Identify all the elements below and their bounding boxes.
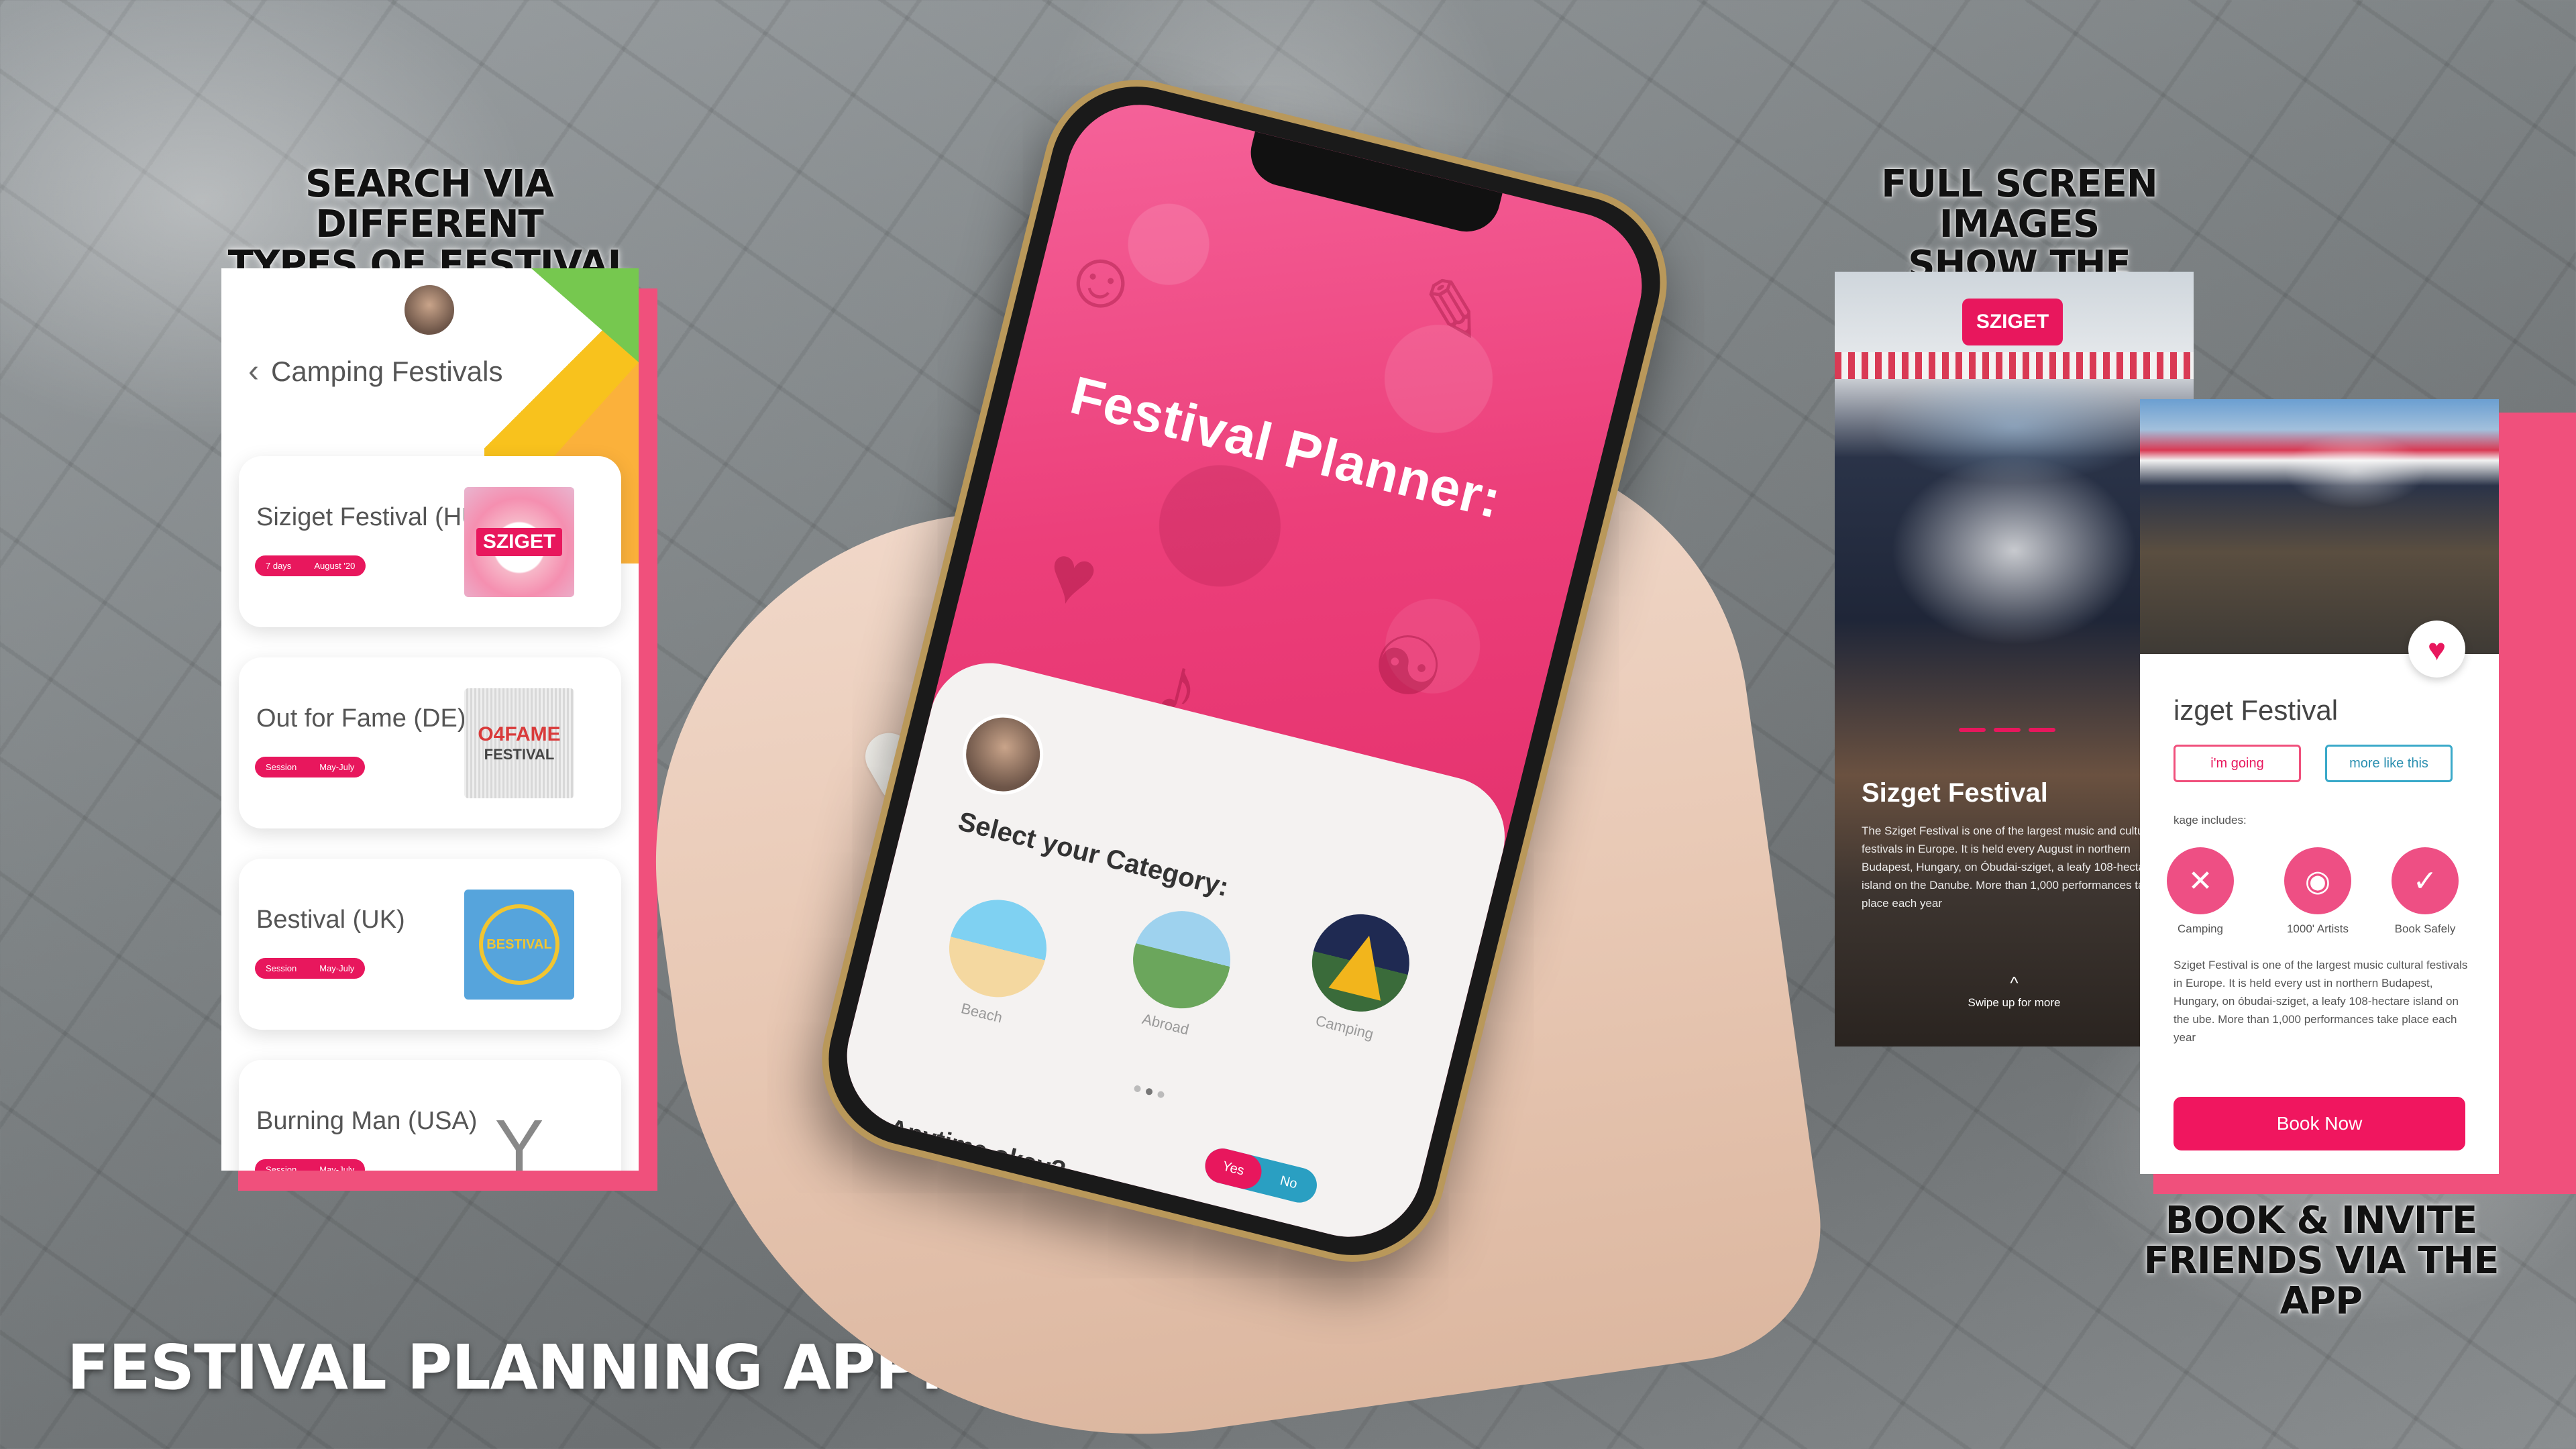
- tag-duration: Session: [266, 963, 297, 973]
- feature-artists: ◉ 1000' Artists: [2271, 847, 2365, 936]
- category-abroad[interactable]: Abroad: [1116, 901, 1241, 1045]
- stage-sign: SZIGET: [1962, 299, 2063, 345]
- start-party-button[interactable]: let's get this party started: [912, 1185, 1321, 1252]
- festival-name: Out for Fame (DE): [256, 704, 466, 733]
- beach-icon: [938, 890, 1057, 1008]
- hero-title: Festival Planner:: [1065, 364, 1507, 530]
- category-label: Beach: [959, 1000, 1004, 1026]
- page-title: Camping Festivals: [270, 356, 503, 387]
- camping-festivals-panel: ‹ Camping Festivals Siziget Festival (HU…: [221, 268, 639, 1171]
- category-label: Abroad: [1140, 1010, 1191, 1038]
- feature-label: Book Safely: [2394, 922, 2456, 935]
- festival-thumbnail: Y: [494, 1104, 544, 1171]
- festival-name: Bestival (UK): [256, 906, 405, 934]
- phone-screen: ☺ ✎ ♥ ☯ ♪ Festival Planner: Select your …: [831, 89, 1658, 1252]
- im-going-button[interactable]: i'm going: [2174, 745, 2301, 782]
- festival-photo: [2140, 399, 2499, 654]
- tag-duration: Session: [266, 1165, 297, 1171]
- camera-icon: ◉: [2284, 847, 2351, 914]
- tag-date: May-July: [319, 1165, 355, 1171]
- festival-description: Sziget Festival is one of the largest mu…: [2174, 959, 2468, 1044]
- feature-book-safely: ✓ Book Safely: [2378, 847, 2472, 936]
- festival-name: Siziget Festival (HU): [256, 503, 489, 531]
- avatar[interactable]: [402, 283, 456, 337]
- festival-card[interactable]: Out for Fame (DE) Session May-July O4FAME…: [239, 657, 621, 828]
- category-camping[interactable]: Camping: [1295, 904, 1420, 1049]
- avatar[interactable]: [954, 706, 1052, 804]
- tent-icon: [1301, 904, 1420, 1022]
- festival-card[interactable]: Siziget Festival (HU) 7 days August '20 S…: [239, 456, 621, 627]
- festival-title: izget Festival: [2174, 694, 2339, 726]
- yes-no-toggle[interactable]: Yes No: [1201, 1144, 1321, 1207]
- chevron-left-icon[interactable]: ‹: [248, 356, 259, 388]
- festival-detail-screen: ♥ izget Festival i'm going more like thi…: [2140, 399, 2499, 1174]
- image-pager[interactable]: [1959, 728, 2055, 732]
- tag-duration: Session: [266, 762, 297, 772]
- caption-search: SEARCH VIA DIFFERENT TYPES OF FESTIVAL: [227, 162, 632, 286]
- festival-card[interactable]: Bestival (UK) Session May-July BESTIVAL: [239, 859, 621, 1030]
- festival-title: Sizget Festival: [1862, 778, 2048, 808]
- select-category-label: Select your Category:: [955, 806, 1232, 903]
- camping-icon: ✕: [2167, 847, 2234, 914]
- category-label: Camping: [1313, 1012, 1376, 1043]
- tag-date: August '20: [314, 561, 356, 571]
- feature-camping: ✕ Camping: [2153, 847, 2247, 936]
- festival-card[interactable]: Burning Man (USA) Session May-July Y: [239, 1060, 621, 1171]
- more-like-this-button[interactable]: more like this: [2325, 745, 2453, 782]
- feature-label: Camping: [2177, 922, 2224, 935]
- festival-tags: Session May-July: [255, 757, 366, 777]
- tag-date: May-July: [319, 963, 355, 973]
- festival-description: The Sziget Festival is one of the larges…: [1862, 824, 2157, 910]
- festival-thumbnail: O4FAME FESTIVAL: [464, 688, 574, 798]
- festival-name: Burning Man (USA): [256, 1107, 478, 1135]
- header-back[interactable]: ‹ Camping Festivals: [248, 356, 502, 388]
- stage-truss: [1835, 352, 2194, 379]
- feature-label: 1000' Artists: [2286, 922, 2349, 935]
- festival-tags: 7 days August '20: [255, 555, 366, 576]
- tag-date: May-July: [319, 762, 355, 772]
- festival-tags: Session May-July: [255, 958, 366, 979]
- toggle-yes[interactable]: Yes: [1201, 1144, 1265, 1193]
- shield-icon: ✓: [2392, 847, 2459, 914]
- anytime-label: Anytime okay?: [885, 1114, 1069, 1186]
- tag-duration: 7 days: [266, 561, 292, 571]
- package-label: kage includes:: [2174, 814, 2247, 826]
- category-beach[interactable]: Beach: [932, 890, 1057, 1034]
- caption-book: BOOK & INVITE FRIENDS VIA THE APP: [2143, 1199, 2500, 1323]
- phone-frame: ☺ ✎ ♥ ☯ ♪ Festival Planner: Select your …: [802, 60, 1687, 1282]
- book-now-button[interactable]: Book Now: [2174, 1097, 2465, 1150]
- decor-green: [531, 268, 639, 362]
- phone: ☺ ✎ ♥ ☯ ♪ Festival Planner: Select your …: [802, 60, 1811, 1301]
- toggle-no[interactable]: No: [1256, 1159, 1320, 1206]
- festival-tags: Session May-July: [255, 1159, 366, 1171]
- pager-dots[interactable]: [1133, 1085, 1165, 1099]
- heart-icon[interactable]: ♥: [2408, 621, 2465, 678]
- festival-thumbnail: SZIGET: [464, 487, 574, 597]
- camping-festivals-screen: ‹ Camping Festivals Siziget Festival (HU…: [221, 268, 657, 1191]
- festival-thumbnail: BESTIVAL: [464, 890, 574, 1000]
- mountain-icon: [1122, 901, 1241, 1019]
